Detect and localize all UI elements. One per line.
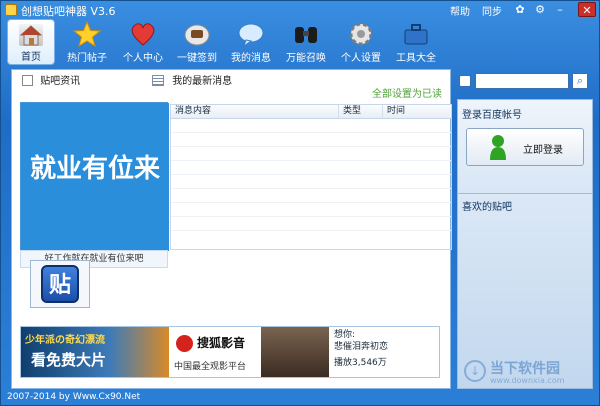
search-input[interactable]: [475, 73, 569, 89]
toolbox-icon: [402, 21, 430, 47]
login-panel: 登录百度帐号 立即登录: [457, 99, 593, 195]
help-link[interactable]: 帮助: [450, 3, 470, 18]
col-content[interactable]: 消息内容: [171, 105, 339, 118]
download-icon: ↓: [464, 360, 486, 382]
home-icon: [19, 24, 43, 46]
watermark: ↓ 当下软件园 www.downxia.com: [464, 358, 590, 386]
tab-tools[interactable]: 工具大全: [390, 19, 442, 65]
table-row: [171, 189, 451, 203]
favorite-bars-panel: 喜欢的贴吧 ↓ 当下软件园 www.downxia.com: [457, 193, 593, 389]
table-row: [171, 133, 451, 147]
sign-icon: [183, 21, 211, 47]
ad-movie-banner[interactable]: 少年派の奇幻漂流 看免费大片: [21, 327, 169, 377]
news-image[interactable]: 就业有位来: [20, 102, 169, 251]
message-table-header: 消息内容 类型 时间: [171, 105, 451, 119]
ad-side-text[interactable]: 想你: 悲催泪奔初恋 播放3,546万: [331, 327, 439, 377]
col-type[interactable]: 类型: [339, 105, 383, 118]
tab-my-messages[interactable]: 我的消息: [225, 19, 277, 65]
tab-universal-summon[interactable]: 万能召唤: [280, 19, 332, 65]
star-icon: [72, 20, 102, 48]
main-content-panel: 贴吧资讯 我的最新消息 全部设置为已读 就业有位来 好工作就在就业有位来吧 消息…: [11, 69, 452, 389]
settings-gear-icon[interactable]: ⚙: [532, 2, 548, 17]
right-sidebar: ⌕ 登录百度帐号 立即登录 喜欢的贴吧 ↓ 当下软件园 www.downxia.…: [457, 69, 593, 389]
heart-icon: [129, 21, 157, 47]
search-icon[interactable]: ⌕: [572, 73, 588, 89]
tieba-logo[interactable]: 贴: [30, 260, 90, 308]
ad-banner[interactable]: 少年派の奇幻漂流 看免费大片 搜狐影音 中国最全观影平台 想你: 悲催泪奔初恋 …: [20, 326, 440, 378]
table-row: [171, 217, 451, 231]
tab-hot-posts[interactable]: 热门帖子: [61, 19, 113, 65]
app-window: 创想贴吧神器 V3.6 帮助 同步 ✿ ⚙ – ✕ 首页 热门帖子 个人中心 一…: [0, 0, 600, 406]
ad-brand-block[interactable]: 搜狐影音 中国最全观影平台: [171, 327, 259, 377]
login-button[interactable]: 立即登录: [466, 128, 584, 166]
table-row: [171, 147, 451, 161]
play-icon: [176, 335, 193, 352]
main-toolbar: 首页 热门帖子 个人中心 一键签到 我的消息 万能召唤 个人设置 工具大全: [1, 17, 599, 67]
news-section-header: 贴吧资讯: [22, 70, 80, 94]
message-table: 消息内容 类型 时间: [170, 104, 452, 250]
app-logo-icon: [5, 4, 17, 16]
table-row: [171, 175, 451, 189]
mark-all-read-link[interactable]: 全部设置为已读: [372, 85, 442, 100]
close-button[interactable]: ✕: [578, 2, 596, 17]
table-row: [171, 119, 451, 133]
tab-personal-center[interactable]: 个人中心: [117, 19, 169, 65]
skin-icon[interactable]: ✿: [512, 2, 528, 17]
sync-link[interactable]: 同步: [482, 3, 502, 18]
tab-home[interactable]: 首页: [7, 19, 55, 65]
baidu-paw-icon: [459, 75, 471, 87]
list-icon: [152, 75, 164, 86]
table-row: [171, 161, 451, 175]
messages-section-header: 我的最新消息: [152, 70, 232, 94]
ad-photo[interactable]: [261, 327, 329, 377]
footer-copyright: 2007-2014 by Www.Cx90.Net: [7, 392, 141, 402]
news-icon: [22, 75, 33, 86]
favorite-bars-title: 喜欢的贴吧: [462, 202, 512, 213]
user-icon: [489, 134, 507, 160]
message-icon: [237, 21, 265, 48]
tab-one-click-sign[interactable]: 一键签到: [171, 19, 223, 65]
news-art-text: 就业有位来: [30, 153, 161, 184]
col-time[interactable]: 时间: [383, 105, 451, 118]
tab-personal-settings[interactable]: 个人设置: [335, 19, 387, 65]
table-row: [171, 203, 451, 217]
gear-icon: [347, 21, 375, 47]
binoculars-icon: [292, 21, 320, 47]
login-title: 登录百度帐号: [462, 110, 522, 121]
tieba-badge: 贴: [41, 265, 79, 303]
minimize-button[interactable]: –: [552, 2, 568, 17]
